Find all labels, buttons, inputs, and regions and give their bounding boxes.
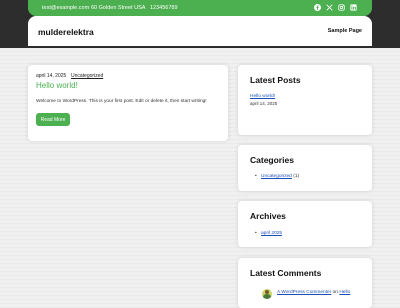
post-date[interactable]: april 14, 2025 — [36, 73, 66, 79]
latest-comments-widget: Latest Comments A WordPress Commenter on… — [238, 258, 372, 308]
latest-post-link[interactable]: Hello world! — [250, 94, 275, 99]
nav-sample-page[interactable]: Sample Page — [328, 28, 362, 34]
linkedin-icon[interactable] — [349, 3, 358, 12]
post-title[interactable]: Hello world! — [36, 81, 78, 90]
avatar — [262, 289, 272, 299]
category-item: Uncategorized (1) — [255, 174, 300, 179]
instagram-icon[interactable] — [337, 3, 346, 12]
x-icon[interactable] — [325, 3, 334, 12]
category-link[interactable]: Uncategorized — [261, 174, 292, 179]
contact-bar: test@example.com 60 Golden Street USA 12… — [28, 0, 372, 16]
comment-post-link[interactable]: Hello — [339, 290, 350, 295]
latest-post-date: april 14, 2025 — [250, 101, 278, 106]
read-more-button[interactable]: Read More — [36, 113, 70, 126]
site-title[interactable]: mulderelektra — [38, 27, 94, 37]
latest-posts-title: Latest Posts — [250, 75, 301, 85]
comment-author[interactable]: A WordPress Commenter — [277, 290, 331, 295]
comment-on: on — [332, 290, 338, 295]
site-header: mulderelektra Sample Page — [28, 16, 372, 46]
post-excerpt: Welcome to WordPress. This is your first… — [36, 99, 207, 104]
post-meta: april 14, 2025 Uncategorized — [36, 73, 103, 79]
contact-phone[interactable]: 123456789 — [150, 5, 178, 11]
facebook-icon[interactable] — [313, 3, 322, 12]
archive-link[interactable]: april 2025 — [261, 231, 282, 236]
post-card: april 14, 2025 Uncategorized Hello world… — [28, 65, 228, 141]
comment-item: A WordPress Commenter on Hello — [277, 290, 350, 295]
contact-address: 60 Golden Street USA — [91, 5, 146, 11]
archives-widget: Archives april 2025 — [238, 201, 372, 247]
contact-email[interactable]: test@example.com — [42, 5, 89, 11]
archives-title: Archives — [250, 211, 286, 221]
latest-comments-title: Latest Comments — [250, 268, 322, 278]
categories-title: Categories — [250, 155, 294, 165]
category-count: (1) — [293, 174, 300, 179]
latest-posts-widget: Latest Posts Hello world! april 14, 2025 — [238, 65, 372, 135]
archive-item: april 2025 — [255, 231, 282, 236]
post-category[interactable]: Uncategorized — [71, 73, 103, 79]
categories-widget: Categories Uncategorized (1) — [238, 145, 372, 191]
